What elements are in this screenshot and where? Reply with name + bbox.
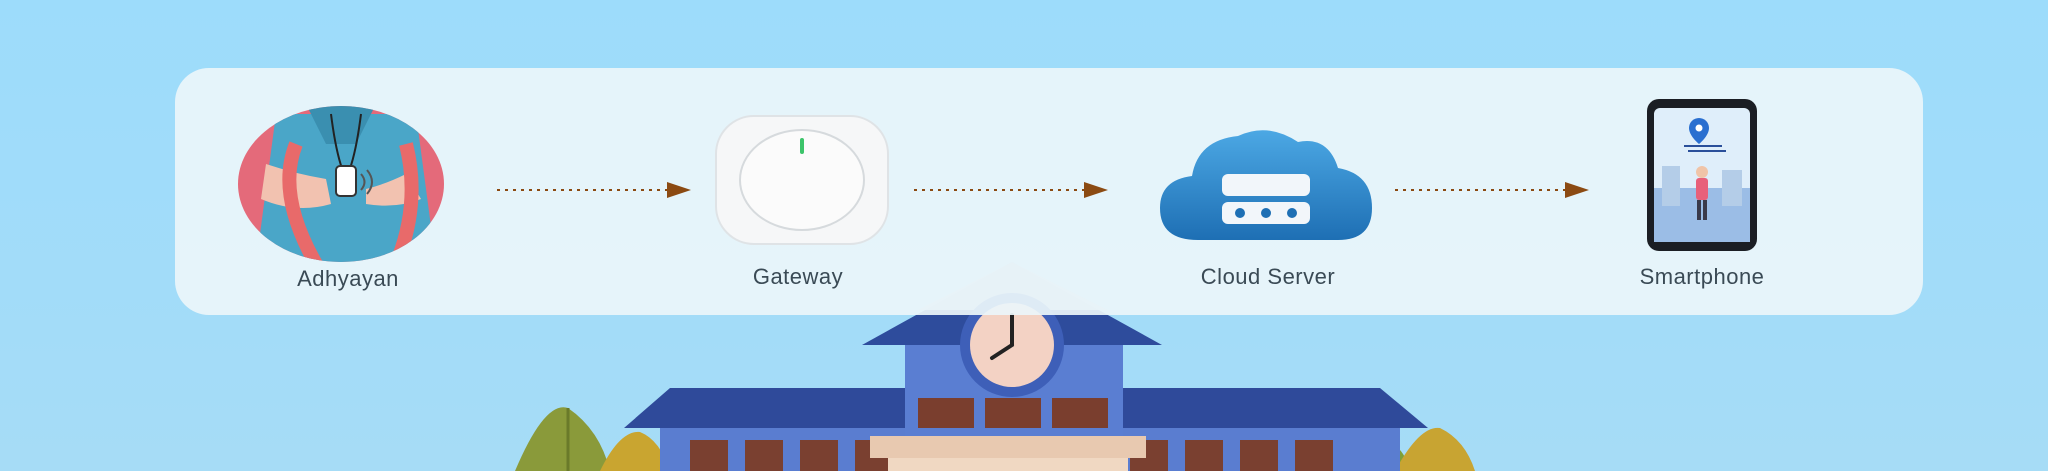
node-label-cloud-server: Cloud Server: [1200, 264, 1336, 289]
arrow-cloud-to-smartphone: [1395, 182, 1589, 198]
arrow-adhyayan-to-gateway: [497, 182, 691, 198]
node-label-adhyayan: Adhyayan: [297, 266, 399, 291]
student-wearable-icon: [238, 106, 444, 262]
node-label-smartphone: Smartphone: [1639, 264, 1765, 289]
smartphone-location-icon: [1647, 99, 1757, 251]
gateway-device-icon: [715, 115, 889, 245]
node-label-gateway: Gateway: [752, 264, 844, 289]
cloud-server-icon: [1160, 130, 1372, 240]
arrow-gateway-to-cloud: [914, 182, 1108, 198]
